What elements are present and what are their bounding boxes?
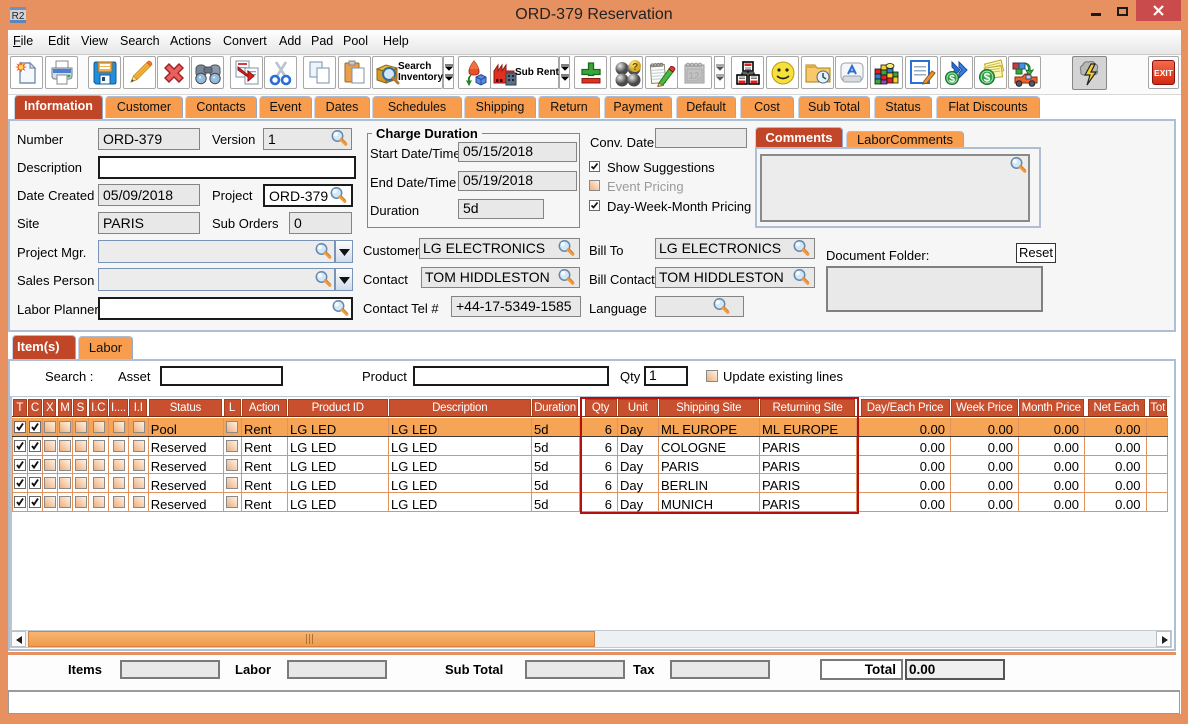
svg-text:?: ?	[631, 62, 637, 73]
svg-text:$: $	[949, 73, 955, 85]
svg-text:$: $	[983, 70, 990, 84]
